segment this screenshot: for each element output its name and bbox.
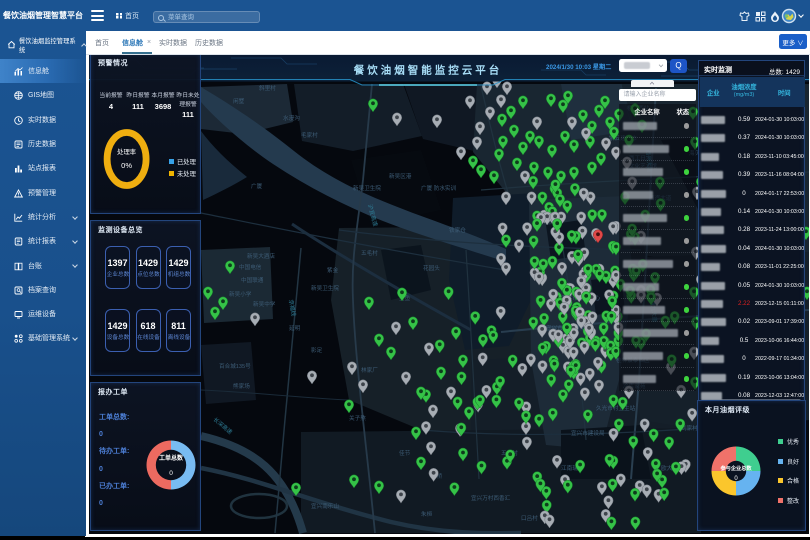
svg-text:影足: 影足 [311,346,323,354]
svg-text:久光市村卫生站: 久光市村卫生站 [596,404,636,412]
svg-text:闲墅: 闲墅 [233,97,245,105]
svg-text:新吴卫生院: 新吴卫生院 [311,284,339,292]
svg-text:花园头: 花园头 [423,264,440,272]
svg-text:宜兴万村西香汇: 宜兴万村西香汇 [471,494,511,502]
svg-text:熊家场: 熊家场 [233,382,250,390]
svg-text:林家厂: 林家厂 [361,366,378,374]
svg-text:广厦 防水实训: 广厦 防水实训 [421,184,457,192]
svg-text:参与企业总数: 参与企业总数 [720,464,752,472]
svg-text:铁家仓: 铁家仓 [449,226,466,234]
svg-text:餐饮油烟智能监控云平台: 餐饮油烟智能监控云平台 [352,64,502,77]
svg-text:水漫沟: 水漫沟 [283,114,300,122]
svg-text:五毛村: 五毛村 [361,249,378,257]
svg-text:延明: 延明 [289,324,301,332]
svg-text:宜兴南乐山: 宜兴南乐山 [311,502,339,510]
svg-text:新吴区港: 新吴区港 [389,172,412,180]
svg-text:朱桓: 朱桓 [421,510,433,518]
svg-text:宜兴市建设局: 宜兴市建设局 [571,429,605,437]
svg-text:0: 0 [169,470,173,477]
svg-text:新吴大酒店: 新吴大酒店 [247,252,275,260]
svg-text:工单总数: 工单总数 [159,454,184,462]
svg-text:中国电信: 中国电信 [239,263,262,271]
svg-text:新吴小学: 新吴小学 [229,290,252,298]
svg-text:中国联通: 中国联通 [241,276,264,284]
svg-text:百合城135号: 百合城135号 [219,362,251,370]
svg-text:紫金: 紫金 [327,266,339,274]
svg-text:处理率: 处理率 [117,147,136,156]
svg-text:斜里村: 斜里村 [259,84,276,92]
svg-text:2024/1/30 10:03 星期二: 2024/1/30 10:03 星期二 [546,63,611,71]
svg-text:0%: 0% [121,161,132,170]
svg-text:新吴卫生院: 新吴卫生院 [353,184,381,192]
svg-text:毛家村: 毛家村 [301,131,318,139]
svg-text:新吴中学: 新吴中学 [253,300,276,308]
svg-text:佳节: 佳节 [399,449,411,457]
svg-text:关子熬: 关子熬 [349,414,366,422]
svg-text:广厦: 广厦 [251,182,263,190]
svg-text:口吕村: 口吕村 [521,514,538,522]
